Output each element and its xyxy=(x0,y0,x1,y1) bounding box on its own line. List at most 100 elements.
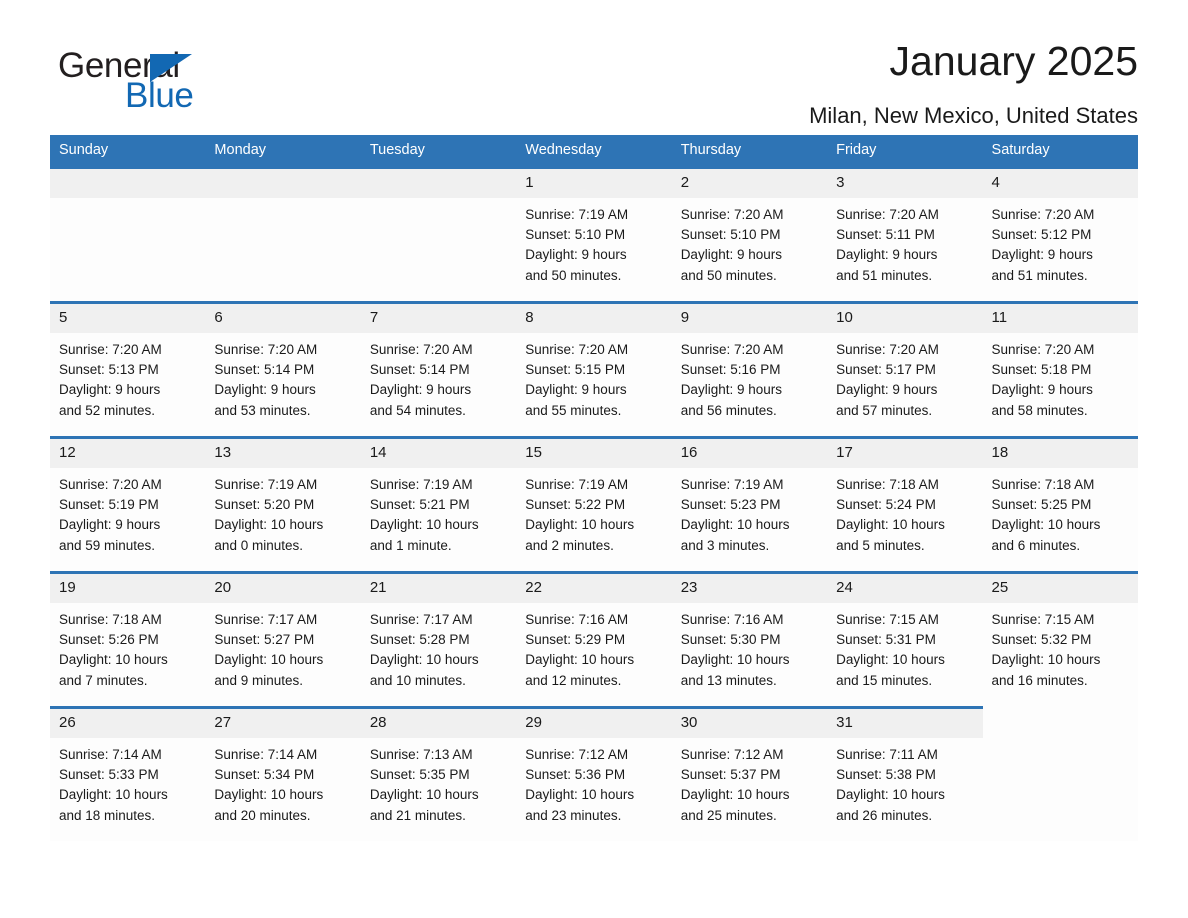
day-cell[interactable]: 11 Sunrise: 7:20 AM Sunset: 5:18 PM Dayligh… xyxy=(982,301,1138,436)
sunrise-text: Sunrise: 7:20 AM xyxy=(991,342,1095,357)
day-cell-inner: 24 Sunrise: 7:15 AM Sunset: 5:31 PM Dayligh… xyxy=(827,571,983,706)
sunrise-text: Sunrise: 7:16 AM xyxy=(525,612,629,627)
sunrise-text: Sunrise: 7:20 AM xyxy=(59,342,162,357)
sunrise-text: Sunrise: 7:20 AM xyxy=(836,207,939,222)
day-details: Sunrise: 7:20 AM Sunset: 5:16 PM Daylight:… xyxy=(672,333,827,421)
day-cell[interactable]: 14 Sunrise: 7:19 AM Sunset: 5:21 PM Dayligh… xyxy=(360,436,517,571)
daylight-text-cont: and 25 minutes. xyxy=(680,807,777,823)
day-number: 8 xyxy=(516,304,672,333)
day-cell[interactable]: 30 Sunrise: 7:12 AM Sunset: 5:37 PM Dayligh… xyxy=(671,706,828,841)
day-cell[interactable]: 19 Sunrise: 7:18 AM Sunset: 5:26 PM Dayligh… xyxy=(50,571,206,706)
daylight-text-cont: and 52 minutes. xyxy=(59,402,156,418)
day-cell-inner: 1 Sunrise: 7:19 AM Sunset: 5:10 PM Daylight… xyxy=(516,166,672,301)
daylight-text: Daylight: 9 hours xyxy=(991,247,1093,263)
day-cell-inner: 2 Sunrise: 7:20 AM Sunset: 5:10 PM Daylight… xyxy=(671,166,828,301)
day-cell-inner: 15 Sunrise: 7:19 AM Sunset: 5:22 PM Dayligh… xyxy=(516,436,672,571)
day-number: 13 xyxy=(205,439,361,468)
day-number: 2 xyxy=(671,169,828,198)
daylight-text: Daylight: 10 hours xyxy=(214,652,324,668)
calendar-page: General Blue January 2025 Milan, New Mex… xyxy=(0,0,1188,918)
day-cell[interactable]: 13 Sunrise: 7:19 AM Sunset: 5:20 PM Dayligh… xyxy=(205,436,361,571)
day-details: Sunrise: 7:18 AM Sunset: 5:25 PM Daylight:… xyxy=(983,468,1138,556)
day-number: 29 xyxy=(516,709,672,738)
day-number-placeholder xyxy=(360,169,517,198)
day-number: 18 xyxy=(982,439,1138,468)
daylight-text-cont: and 0 minutes. xyxy=(214,537,303,553)
daylight-text-cont: and 10 minutes. xyxy=(369,672,466,688)
day-cell[interactable]: 15 Sunrise: 7:19 AM Sunset: 5:22 PM Dayligh… xyxy=(516,436,672,571)
day-cell[interactable]: 3 Sunrise: 7:20 AM Sunset: 5:11 PM Daylight… xyxy=(827,166,983,301)
day-cell-inner: 16 Sunrise: 7:19 AM Sunset: 5:23 PM Dayligh… xyxy=(671,436,828,571)
daylight-text: Daylight: 9 hours xyxy=(369,382,472,398)
sunset-text: Sunset: 5:38 PM xyxy=(836,767,936,783)
sunrise-text: Sunrise: 7:14 AM xyxy=(59,747,162,762)
sunset-text: Sunset: 5:10 PM xyxy=(680,227,781,243)
sunset-text: Sunset: 5:26 PM xyxy=(59,632,159,648)
sunrise-text: Sunrise: 7:20 AM xyxy=(680,207,784,222)
sunrise-text: Sunrise: 7:12 AM xyxy=(680,747,784,762)
day-cell[interactable]: 26 Sunrise: 7:14 AM Sunset: 5:33 PM Dayligh… xyxy=(50,706,206,841)
daylight-text-cont: and 57 minutes. xyxy=(836,402,933,418)
day-cell[interactable]: 29 Sunrise: 7:12 AM Sunset: 5:36 PM Dayligh… xyxy=(516,706,672,841)
calendar-week-row: 19 Sunrise: 7:18 AM Sunset: 5:26 PM Dayligh… xyxy=(50,571,1138,706)
day-cell[interactable]: 23 Sunrise: 7:16 AM Sunset: 5:30 PM Dayligh… xyxy=(671,571,828,706)
sunset-text: Sunset: 5:15 PM xyxy=(525,362,626,378)
sunset-text: Sunset: 5:21 PM xyxy=(369,497,470,513)
daylight-text-cont: and 50 minutes. xyxy=(525,267,622,283)
sunrise-text: Sunrise: 7:18 AM xyxy=(59,612,162,627)
day-cell[interactable]: 2 Sunrise: 7:20 AM Sunset: 5:10 PM Daylight… xyxy=(671,166,828,301)
day-details: Sunrise: 7:15 AM Sunset: 5:31 PM Daylight:… xyxy=(827,603,982,691)
day-cell[interactable]: 18 Sunrise: 7:18 AM Sunset: 5:25 PM Dayligh… xyxy=(982,436,1138,571)
day-cell[interactable]: 5 Sunrise: 7:20 AM Sunset: 5:13 PM Daylight… xyxy=(50,301,206,436)
daylight-text: Daylight: 10 hours xyxy=(525,517,635,533)
day-cell-inner: 17 Sunrise: 7:18 AM Sunset: 5:24 PM Dayligh… xyxy=(827,436,983,571)
day-cell[interactable]: 7 Sunrise: 7:20 AM Sunset: 5:14 PM Daylight… xyxy=(360,301,517,436)
daylight-text-cont: and 3 minutes. xyxy=(680,537,770,553)
day-cell[interactable]: 8 Sunrise: 7:20 AM Sunset: 5:15 PM Daylight… xyxy=(516,301,672,436)
day-cell[interactable]: 20 Sunrise: 7:17 AM Sunset: 5:27 PM Dayligh… xyxy=(205,571,361,706)
daylight-text-cont: and 9 minutes. xyxy=(214,672,303,688)
day-cell[interactable]: 12 Sunrise: 7:20 AM Sunset: 5:19 PM Dayligh… xyxy=(50,436,206,571)
day-cell[interactable]: 9 Sunrise: 7:20 AM Sunset: 5:16 PM Daylight… xyxy=(671,301,828,436)
sunset-text: Sunset: 5:16 PM xyxy=(680,362,781,378)
day-cell[interactable]: 28 Sunrise: 7:13 AM Sunset: 5:35 PM Dayligh… xyxy=(360,706,517,841)
day-cell-empty xyxy=(50,166,206,301)
weekday-header-sunday: Sunday xyxy=(50,135,206,166)
day-cell[interactable]: 21 Sunrise: 7:17 AM Sunset: 5:28 PM Dayligh… xyxy=(360,571,517,706)
day-cell-inner: 18 Sunrise: 7:18 AM Sunset: 5:25 PM Dayligh… xyxy=(982,436,1138,571)
day-cell[interactable]: 16 Sunrise: 7:19 AM Sunset: 5:23 PM Dayligh… xyxy=(671,436,828,571)
sunrise-text: Sunrise: 7:20 AM xyxy=(680,342,784,357)
day-number: 22 xyxy=(516,574,672,603)
day-cell[interactable]: 27 Sunrise: 7:14 AM Sunset: 5:34 PM Dayligh… xyxy=(205,706,361,841)
daylight-text: Daylight: 10 hours xyxy=(836,517,945,533)
sunrise-text: Sunrise: 7:20 AM xyxy=(59,477,162,492)
day-cell[interactable]: 10 Sunrise: 7:20 AM Sunset: 5:17 PM Dayligh… xyxy=(827,301,983,436)
day-number: 21 xyxy=(360,574,517,603)
daylight-text-cont: and 20 minutes. xyxy=(214,807,311,823)
day-cell[interactable]: 22 Sunrise: 7:16 AM Sunset: 5:29 PM Dayligh… xyxy=(516,571,672,706)
day-cell[interactable]: 1 Sunrise: 7:19 AM Sunset: 5:10 PM Daylight… xyxy=(516,166,672,301)
day-details: Sunrise: 7:20 AM Sunset: 5:12 PM Daylight:… xyxy=(983,198,1138,286)
daylight-text: Daylight: 10 hours xyxy=(59,652,168,668)
day-details: Sunrise: 7:18 AM Sunset: 5:26 PM Daylight:… xyxy=(50,603,205,691)
day-cell-inner: 12 Sunrise: 7:20 AM Sunset: 5:19 PM Dayligh… xyxy=(50,436,206,571)
day-cell[interactable]: 24 Sunrise: 7:15 AM Sunset: 5:31 PM Dayligh… xyxy=(827,571,983,706)
generalblue-logo[interactable]: General Blue xyxy=(50,40,240,116)
daylight-text: Daylight: 9 hours xyxy=(680,382,782,398)
day-cell[interactable]: 4 Sunrise: 7:20 AM Sunset: 5:12 PM Daylight… xyxy=(982,166,1138,301)
day-cell[interactable]: 31 Sunrise: 7:11 AM Sunset: 5:38 PM Dayligh… xyxy=(827,706,983,841)
daylight-text: Daylight: 10 hours xyxy=(525,652,635,668)
day-details: Sunrise: 7:14 AM Sunset: 5:34 PM Daylight:… xyxy=(205,738,360,826)
sunrise-text: Sunrise: 7:19 AM xyxy=(525,477,629,492)
day-cell[interactable]: 25 Sunrise: 7:15 AM Sunset: 5:32 PM Dayligh… xyxy=(982,571,1138,706)
sunrise-text: Sunrise: 7:19 AM xyxy=(214,477,318,492)
day-number: 14 xyxy=(360,439,517,468)
day-cell[interactable]: 17 Sunrise: 7:18 AM Sunset: 5:24 PM Dayligh… xyxy=(827,436,983,571)
sunset-text: Sunset: 5:18 PM xyxy=(991,362,1092,378)
day-details: Sunrise: 7:20 AM Sunset: 5:14 PM Daylight:… xyxy=(205,333,360,421)
day-cell[interactable]: 6 Sunrise: 7:20 AM Sunset: 5:14 PM Daylight… xyxy=(205,301,361,436)
calendar-week-row: 5 Sunrise: 7:20 AM Sunset: 5:13 PM Daylight… xyxy=(50,301,1138,436)
day-details: Sunrise: 7:13 AM Sunset: 5:35 PM Daylight:… xyxy=(361,738,516,826)
sunrise-text: Sunrise: 7:20 AM xyxy=(836,342,939,357)
daylight-text-cont: and 51 minutes. xyxy=(991,267,1088,283)
